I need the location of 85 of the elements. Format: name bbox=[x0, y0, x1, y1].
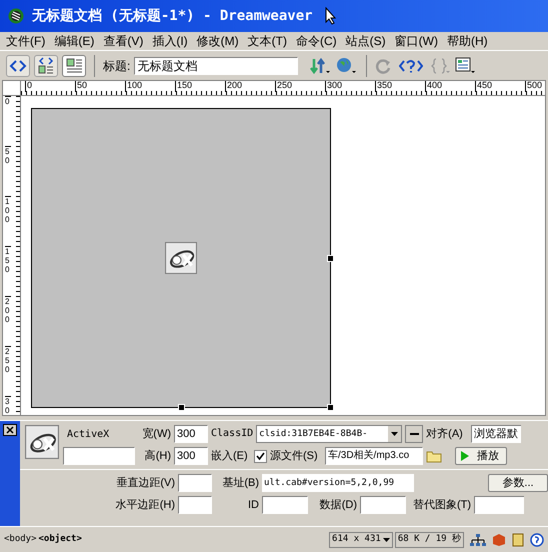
ruler-label: 500 bbox=[525, 81, 542, 92]
activex-icon bbox=[25, 425, 59, 459]
hspace-field[interactable] bbox=[178, 496, 212, 514]
ruler-label: 100 bbox=[125, 81, 142, 92]
ruler-label: 200 bbox=[5, 296, 11, 324]
data-field[interactable] bbox=[360, 496, 406, 514]
window-title: 无标题文档 (无标题-1*) - Dreamweaver bbox=[32, 6, 313, 26]
app-icon bbox=[8, 8, 24, 24]
menu-item[interactable]: 命令(C) bbox=[296, 35, 337, 47]
menu-item[interactable]: 窗口(W) bbox=[394, 35, 438, 47]
ruler-label: 300 bbox=[325, 81, 342, 92]
tag-selector[interactable]: <body> bbox=[4, 532, 37, 546]
name-field[interactable] bbox=[63, 447, 135, 465]
resize-handle[interactable] bbox=[327, 404, 334, 411]
field-label: 垂直边距(V) bbox=[115, 478, 175, 488]
ruler-label: 50 bbox=[75, 81, 88, 92]
ruler-label: 100 bbox=[5, 196, 11, 224]
field-label: 宽(W) bbox=[141, 428, 171, 440]
resize-handle[interactable] bbox=[327, 255, 334, 262]
ruler-label: 400 bbox=[425, 81, 442, 92]
ruler-label: 150 bbox=[5, 246, 11, 274]
ruler-label: 50 bbox=[5, 146, 11, 165]
ruler-label: 0 bbox=[25, 81, 32, 92]
file-transfer-icon[interactable] bbox=[310, 56, 332, 74]
field-label: 源文件(S) bbox=[270, 450, 319, 462]
source-field[interactable]: 车/3D相关/mp3.co bbox=[325, 447, 423, 465]
globe-icon[interactable] bbox=[336, 56, 358, 74]
play-icon bbox=[461, 451, 469, 461]
site-map-icon[interactable] bbox=[470, 532, 486, 546]
height-field[interactable]: 300 bbox=[174, 447, 208, 465]
assets-icon[interactable] bbox=[492, 532, 506, 546]
title-field[interactable]: 无标题文档 bbox=[134, 56, 298, 74]
menu-item[interactable]: 查看(V) bbox=[103, 35, 144, 47]
ruler-label: 0 bbox=[5, 96, 11, 106]
field-label: 替代图象(T) bbox=[412, 500, 471, 510]
field-label: 基址(B) bbox=[221, 478, 259, 488]
window-size-dropdown[interactable]: 614 x 431 bbox=[329, 532, 393, 548]
resize-handle[interactable] bbox=[178, 404, 185, 411]
classid-dropdown[interactable]: clsid:31B7EB4E-8B4B- bbox=[256, 425, 402, 443]
menu-item[interactable]: 插入(I) bbox=[152, 35, 188, 47]
folder-icon[interactable] bbox=[426, 449, 442, 463]
remove-button[interactable] bbox=[405, 425, 424, 443]
menu-item[interactable]: 编辑(E) bbox=[54, 35, 94, 47]
menu-item[interactable]: 修改(M) bbox=[196, 35, 239, 47]
design-view-button[interactable] bbox=[62, 54, 86, 76]
menu-item[interactable]: 文件(F) bbox=[6, 35, 46, 47]
play-button[interactable]: 播放 bbox=[455, 447, 507, 465]
field-label: 数据(D) bbox=[318, 500, 357, 510]
field-label: ID bbox=[247, 500, 259, 510]
field-label: 嵌入(E) bbox=[211, 450, 249, 462]
ruler-label: 250 bbox=[275, 81, 292, 92]
tag-selector[interactable]: <object> bbox=[38, 532, 82, 546]
field-label: 水平边距(H) bbox=[114, 500, 175, 510]
page-icon[interactable] bbox=[512, 532, 524, 546]
ruler-label: 30 bbox=[5, 396, 11, 415]
menu-item[interactable]: 站点(S) bbox=[346, 35, 386, 47]
ruler-label: 350 bbox=[375, 81, 392, 92]
ruler-label: 150 bbox=[175, 81, 192, 92]
menu-item[interactable]: 文本(T) bbox=[248, 35, 287, 47]
view-options-icon[interactable] bbox=[455, 56, 478, 74]
ruler-label: 200 bbox=[225, 81, 242, 92]
width-field[interactable]: 300 bbox=[174, 425, 208, 443]
field-label: 对齐(A) bbox=[426, 428, 464, 440]
field-label: ClassID bbox=[211, 429, 254, 439]
menu-item[interactable]: 帮助(H) bbox=[446, 35, 488, 47]
field-label: 高(H) bbox=[144, 450, 171, 462]
ruler-label: 250 bbox=[5, 346, 11, 374]
vspace-field[interactable] bbox=[178, 474, 212, 492]
mouse-cursor-icon bbox=[324, 7, 337, 25]
code-view-button[interactable] bbox=[6, 54, 30, 76]
dropdown-arrow-icon bbox=[382, 538, 390, 542]
download-time: 68 K / 19 秒 bbox=[394, 532, 464, 548]
source-checkbox[interactable] bbox=[254, 450, 267, 462]
alt-field[interactable] bbox=[474, 496, 524, 514]
activex-icon bbox=[165, 242, 197, 274]
close-icon[interactable] bbox=[3, 424, 17, 436]
ruler-label: 450 bbox=[475, 81, 492, 92]
base-field[interactable]: ult.cab#version=5,2,0,99 bbox=[262, 474, 414, 492]
title-label: 标题: bbox=[103, 60, 130, 72]
object-type: ActiveX bbox=[66, 428, 110, 442]
id-field[interactable] bbox=[262, 496, 308, 514]
align-dropdown[interactable]: 浏览器默 bbox=[471, 425, 522, 443]
split-view-button[interactable] bbox=[34, 54, 58, 76]
parameters-button[interactable]: 参数... bbox=[488, 474, 548, 492]
reference-icon[interactable] bbox=[399, 58, 424, 74]
